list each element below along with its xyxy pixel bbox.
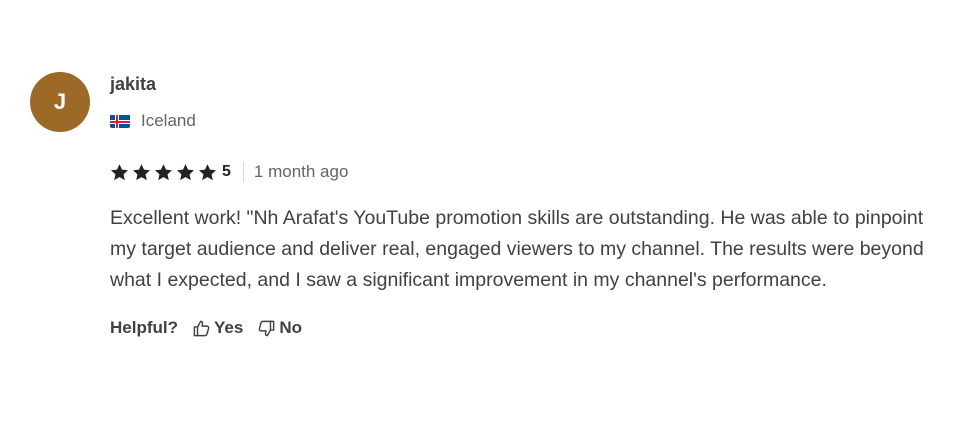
helpful-label: Helpful?: [110, 318, 178, 337]
rating-score: 5: [222, 163, 231, 180]
helpful-row: Helpful? Yes No: [110, 318, 940, 338]
rating-row: 5 1 month ago: [110, 162, 940, 182]
helpful-no-button[interactable]: No: [257, 318, 302, 338]
star-icon: [110, 163, 129, 182]
star-icon: [198, 163, 217, 182]
helpful-no-label: No: [279, 318, 302, 337]
helpful-yes-button[interactable]: Yes: [192, 318, 243, 338]
star-icon: [176, 163, 195, 182]
star-icon: [132, 163, 151, 182]
avatar[interactable]: J: [30, 72, 90, 132]
divider: [242, 162, 244, 182]
review-time: 1 month ago: [253, 162, 349, 181]
thumbs-up-icon: [193, 320, 210, 336]
country-name: Iceland: [141, 111, 196, 130]
review-text: Excellent work! "Nh Arafat's YouTube pro…: [110, 207, 924, 291]
review-body: jakita Iceland 5 1 month ago Excellent w…: [110, 70, 940, 338]
reviewer-username[interactable]: jakita: [110, 72, 940, 96]
star-rating: 5: [110, 163, 231, 182]
reviewer-country: Iceland: [110, 111, 940, 131]
thumbs-down-icon: [258, 320, 275, 336]
helpful-yes-label: Yes: [214, 318, 244, 337]
star-icon: [154, 163, 173, 182]
iceland-flag-icon: [110, 114, 130, 128]
